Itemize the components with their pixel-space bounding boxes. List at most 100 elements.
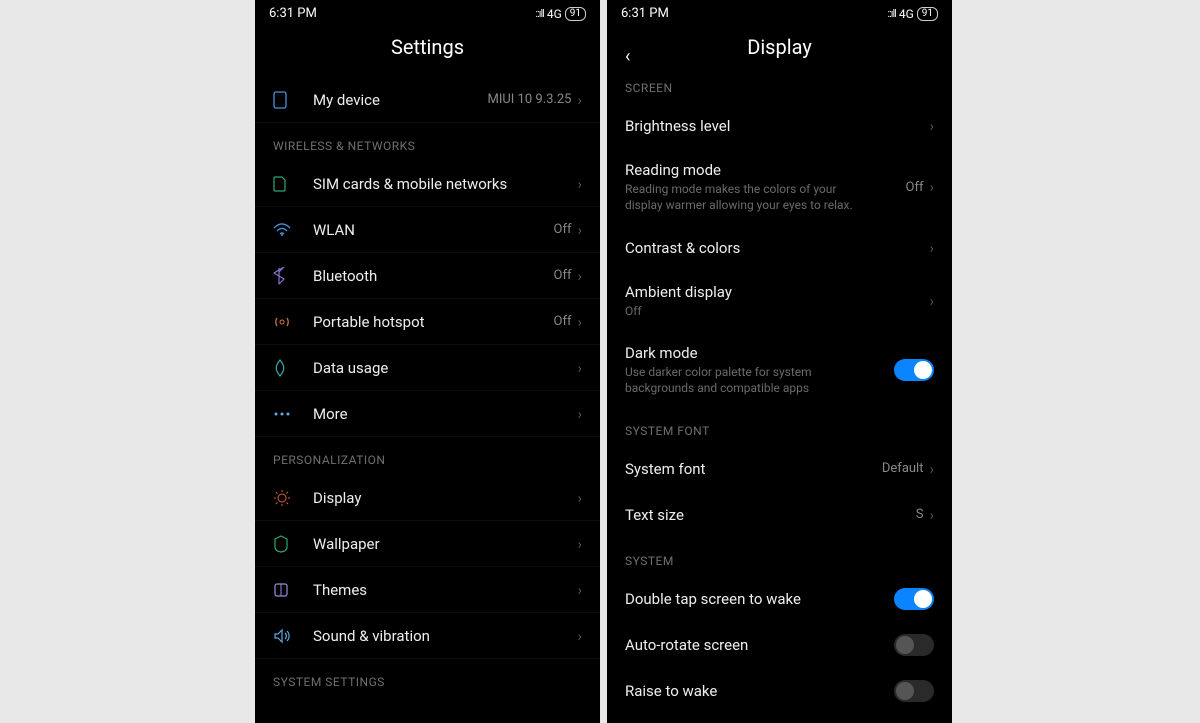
sysfont-label: System font (625, 460, 882, 478)
row-my-device[interactable]: My device MIUI 10 9.3.25 › (255, 77, 600, 123)
dark-mode-toggle[interactable] (894, 359, 934, 381)
section-system-settings: SYSTEM SETTINGS (255, 659, 600, 697)
section-screen: SCREEN (607, 77, 952, 103)
page-title: Settings (255, 23, 600, 77)
chevron-right-icon: › (577, 535, 582, 553)
section-system: SYSTEM (607, 538, 952, 576)
display-label: Display (313, 489, 577, 507)
data-icon (273, 359, 313, 377)
sound-icon (273, 628, 313, 644)
reading-value: Off (906, 180, 924, 195)
sysfont-value: Default (882, 461, 924, 476)
bluetooth-label: Bluetooth (313, 267, 554, 285)
wallpaper-icon (273, 535, 313, 553)
chevron-right-icon: › (577, 175, 582, 193)
row-brightness[interactable]: Brightness level › (607, 103, 952, 149)
chevron-right-icon: › (577, 91, 582, 109)
row-sim[interactable]: SIM cards & mobile networks › (255, 161, 600, 207)
chevron-right-icon: › (929, 460, 934, 478)
row-auto-rotate[interactable]: Auto-rotate screen (607, 622, 952, 668)
signal-icon: ::ıll (887, 7, 895, 20)
phone-icon (273, 91, 313, 109)
hotspot-label: Portable hotspot (313, 313, 554, 331)
chevron-right-icon: › (577, 581, 582, 599)
status-bar: 6:31 PM ::ıll 4G 91 (607, 0, 952, 23)
background (952, 0, 1200, 723)
section-personalization: PERSONALIZATION (255, 437, 600, 475)
back-button[interactable]: ‹ (625, 46, 630, 67)
auto-rotate-toggle[interactable] (894, 634, 934, 656)
gap (600, 0, 607, 723)
network-label: 4G (547, 7, 562, 21)
row-wlan[interactable]: WLAN Off › (255, 207, 600, 253)
row-double-tap[interactable]: Double tap screen to wake (607, 576, 952, 622)
dark-label: Dark mode (625, 344, 894, 362)
dark-sub: Use darker color palette for system back… (625, 364, 875, 396)
themes-icon (273, 582, 313, 598)
row-text-size[interactable]: Text size S › (607, 492, 952, 538)
raise-label: Raise to wake (625, 682, 894, 700)
bluetooth-value: Off (554, 268, 572, 283)
display-screen: 6:31 PM ::ıll 4G 91 ‹ Display SCREEN Bri… (607, 0, 952, 723)
row-system-font[interactable]: System font Default › (607, 446, 952, 492)
network-label: 4G (899, 7, 914, 21)
bluetooth-icon (273, 267, 313, 285)
double-tap-toggle[interactable] (894, 588, 934, 610)
row-ambient[interactable]: Ambient display Off › (607, 271, 952, 331)
reading-label: Reading mode (625, 161, 906, 179)
textsize-label: Text size (625, 506, 916, 524)
contrast-label: Contrast & colors (625, 239, 929, 257)
sim-label: SIM cards & mobile networks (313, 175, 577, 193)
status-time: 6:31 PM (621, 6, 669, 21)
display-icon (273, 489, 313, 507)
chevron-right-icon: › (929, 239, 934, 257)
chevron-right-icon: › (929, 117, 934, 135)
more-icon (273, 411, 313, 417)
battery-icon: 91 (917, 7, 938, 21)
row-data-usage[interactable]: Data usage › (255, 345, 600, 391)
wlan-value: Off (554, 222, 572, 237)
row-contrast[interactable]: Contrast & colors › (607, 225, 952, 271)
sim-icon (273, 176, 313, 192)
section-wireless: WIRELESS & NETWORKS (255, 123, 600, 161)
row-dark-mode[interactable]: Dark mode Use darker color palette for s… (607, 332, 952, 408)
doubletap-label: Double tap screen to wake (625, 590, 894, 608)
sound-label: Sound & vibration (313, 627, 577, 645)
chevron-right-icon: › (577, 313, 582, 331)
row-themes[interactable]: Themes › (255, 567, 600, 613)
reading-sub: Reading mode makes the colors of your di… (625, 181, 875, 213)
my-device-label: My device (313, 91, 487, 109)
chevron-right-icon: › (577, 489, 582, 507)
row-hotspot[interactable]: Portable hotspot Off › (255, 299, 600, 345)
section-system-font: SYSTEM FONT (607, 408, 952, 446)
row-bluetooth[interactable]: Bluetooth Off › (255, 253, 600, 299)
row-more[interactable]: More › (255, 391, 600, 437)
signal-icon: ::ıll (535, 7, 543, 20)
textsize-value: S (916, 507, 924, 522)
row-display[interactable]: Display › (255, 475, 600, 521)
row-reading-mode[interactable]: Reading mode Reading mode makes the colo… (607, 149, 952, 225)
more-label: More (313, 405, 577, 423)
autorotate-label: Auto-rotate screen (625, 636, 894, 654)
row-wallpaper[interactable]: Wallpaper › (255, 521, 600, 567)
chevron-right-icon: › (577, 267, 582, 285)
chevron-right-icon: › (929, 178, 934, 196)
ambient-sub: Off (625, 303, 875, 319)
brightness-label: Brightness level (625, 117, 929, 135)
wallpaper-label: Wallpaper (313, 535, 577, 553)
raise-to-wake-toggle[interactable] (894, 680, 934, 702)
chevron-right-icon: › (929, 506, 934, 524)
chevron-right-icon: › (577, 627, 582, 645)
hotspot-icon (273, 314, 313, 330)
chevron-right-icon: › (577, 405, 582, 423)
wifi-icon (273, 223, 313, 237)
wlan-label: WLAN (313, 221, 554, 239)
page-title: Display (607, 23, 952, 77)
chevron-right-icon: › (577, 359, 582, 377)
ambient-label: Ambient display (625, 283, 929, 301)
row-sound[interactable]: Sound & vibration › (255, 613, 600, 659)
row-raise-to-wake[interactable]: Raise to wake (607, 668, 952, 714)
status-bar: 6:31 PM ::ıll 4G 91 (255, 0, 600, 23)
themes-label: Themes (313, 581, 577, 599)
status-time: 6:31 PM (269, 6, 317, 21)
